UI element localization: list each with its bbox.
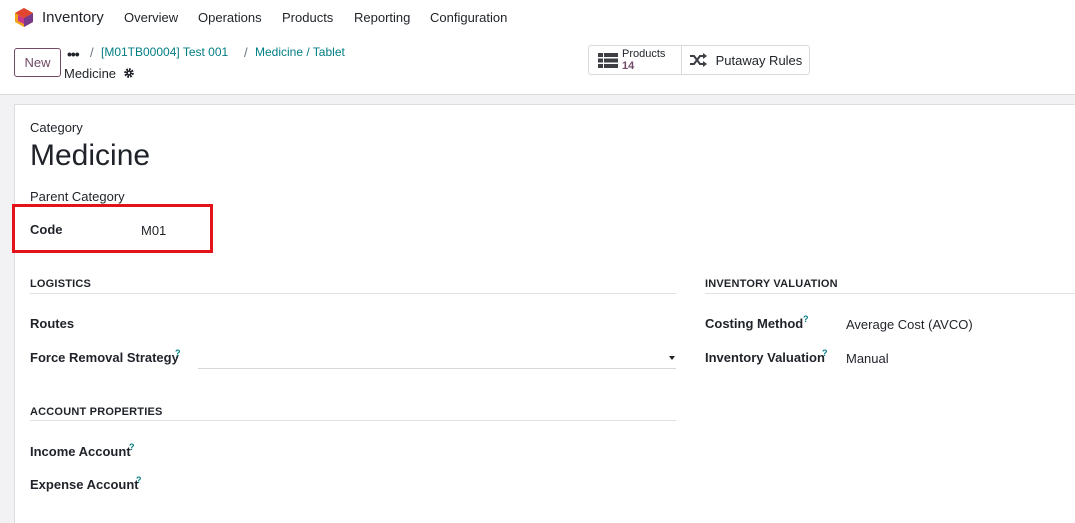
logistics-divider: [30, 293, 676, 294]
parent-category-label: Parent Category: [30, 189, 125, 204]
force-removal-label: Force Removal Strategy: [30, 350, 179, 365]
expense-account-label: Expense Account: [30, 477, 139, 492]
new-button[interactable]: New: [14, 48, 61, 77]
menu-overview[interactable]: Overview: [124, 10, 178, 25]
help-icon[interactable]: ?: [803, 314, 809, 324]
menu-operations[interactable]: Operations: [198, 10, 262, 25]
control-panel: New ••• / [M01TB00004] Test 001 / Medici…: [0, 36, 1075, 95]
category-label: Category: [30, 120, 83, 135]
breadcrumb-more-icon[interactable]: •••: [67, 46, 80, 62]
breadcrumb-product[interactable]: [M01TB00004] Test 001: [101, 45, 228, 59]
help-icon[interactable]: ?: [129, 442, 135, 452]
products-label: Products: [622, 48, 666, 60]
costing-method-value: Average Cost (AVCO): [846, 317, 973, 332]
app-name[interactable]: Inventory: [42, 9, 104, 26]
highlight-box: [12, 204, 213, 253]
breadcrumb-separator: /: [244, 45, 248, 60]
products-smart-button[interactable]: Products 14: [589, 46, 682, 74]
top-navbar: Inventory Overview Operations Products R…: [0, 0, 1075, 36]
costing-method-label: Costing Method: [705, 316, 804, 331]
putaway-rules-label: Putaway Rules: [715, 53, 803, 68]
help-icon[interactable]: ?: [136, 475, 142, 485]
form-sheet: [14, 104, 1075, 523]
breadcrumb-category-parent[interactable]: Medicine / Tablet: [255, 45, 345, 59]
inventory-valuation-heading: INVENTORY VALUATION: [705, 278, 838, 290]
menu-configuration[interactable]: Configuration: [430, 10, 507, 25]
shuffle-icon: [689, 53, 707, 67]
breadcrumb-separator: /: [90, 45, 94, 60]
menu-reporting[interactable]: Reporting: [354, 10, 410, 25]
income-account-label: Income Account: [30, 444, 131, 459]
inventory-valuation-label: Inventory Valuation: [705, 350, 825, 365]
breadcrumb-current: Medicine: [64, 66, 117, 81]
category-name-field[interactable]: Medicine: [30, 139, 150, 173]
products-count: 14: [622, 60, 635, 72]
help-icon[interactable]: ?: [175, 348, 181, 358]
smart-buttons: Products 14 Putaway Rules: [588, 45, 810, 75]
inventory-app-icon[interactable]: [15, 8, 33, 27]
inventory-valuation-value: Manual: [846, 351, 889, 366]
account-properties-heading: ACCOUNT PROPERTIES: [30, 406, 163, 418]
help-icon[interactable]: ?: [822, 348, 828, 358]
force-removal-underline: [198, 368, 676, 369]
putaway-rules-smart-button[interactable]: Putaway Rules: [682, 46, 809, 74]
inventory-valuation-divider: [705, 293, 1075, 294]
dropdown-caret-icon[interactable]: [669, 356, 675, 360]
menu-products[interactable]: Products: [282, 10, 333, 25]
gear-icon[interactable]: [123, 67, 135, 79]
list-icon: [598, 53, 618, 68]
routes-label: Routes: [30, 316, 75, 331]
account-properties-divider: [30, 420, 676, 421]
logistics-heading: LOGISTICS: [30, 278, 92, 290]
